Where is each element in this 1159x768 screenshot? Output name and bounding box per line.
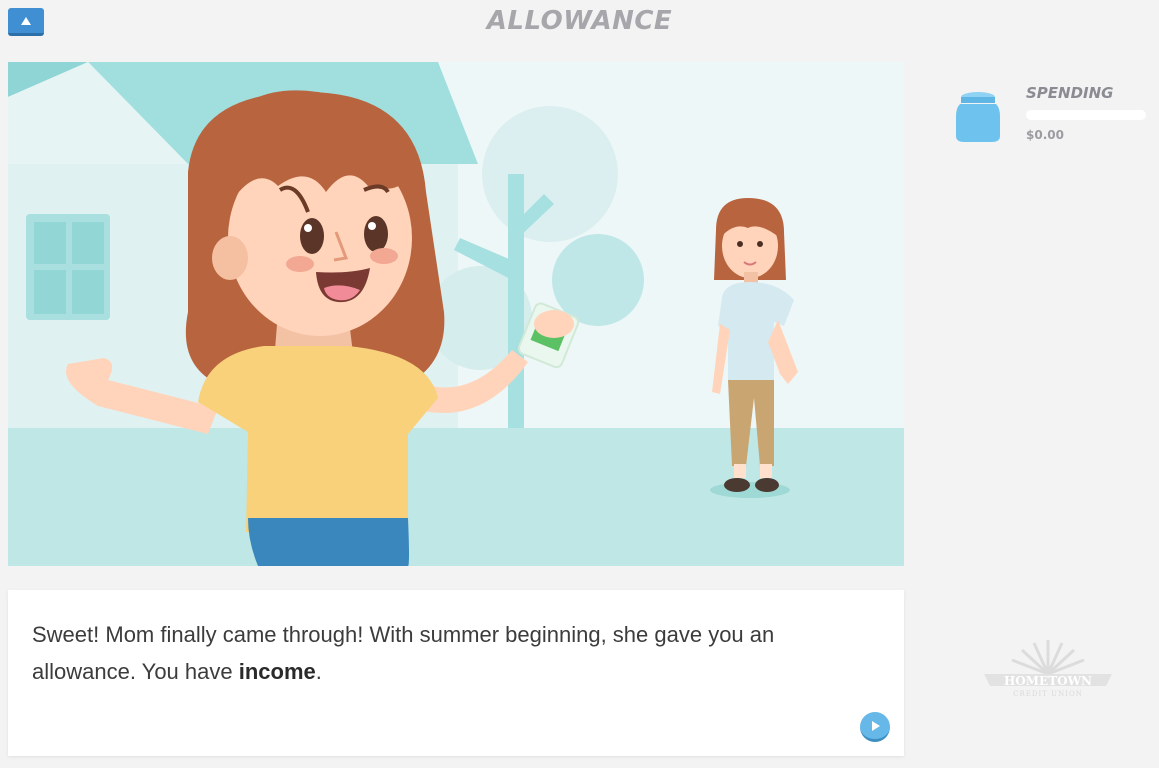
spending-label: SPENDING	[1026, 84, 1114, 102]
story-keyword: income	[238, 659, 316, 684]
story-illustration	[8, 62, 904, 566]
next-button[interactable]	[860, 712, 890, 742]
page-title: ALLOWANCE	[486, 6, 673, 36]
hometown-credit-union-logo: HOMETOWN CREDIT UNION	[978, 638, 1118, 702]
play-icon	[872, 720, 880, 731]
story-text-main: Sweet! Mom finally came through! With su…	[32, 622, 775, 684]
spending-progress-bar	[1026, 110, 1146, 120]
story-text: Sweet! Mom finally came through! With su…	[32, 616, 872, 690]
story-text-end: .	[315, 659, 322, 684]
story-dialog: Sweet! Mom finally came through! With su…	[8, 590, 904, 756]
spending-amount: $0.00	[1026, 128, 1064, 142]
spending-jar-icon	[956, 92, 1000, 142]
spending-panel: SPENDING $0.00	[950, 82, 1150, 152]
logo-line1: HOMETOWN	[1004, 674, 1092, 688]
logo-line2: CREDIT UNION	[1013, 690, 1083, 698]
